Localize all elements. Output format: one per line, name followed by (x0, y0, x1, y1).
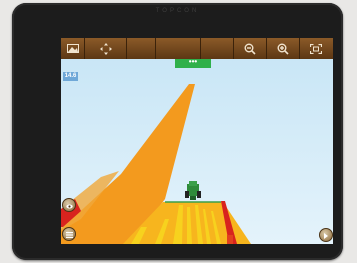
guidance-screen: ••• 14.6 (61, 38, 333, 244)
eye-icon (65, 196, 73, 214)
field-map-3d[interactable] (61, 59, 333, 244)
layers-button[interactable] (62, 227, 76, 241)
map-view-button[interactable] (61, 38, 86, 59)
toolbar-spacer-3 (201, 38, 234, 59)
more-tab[interactable]: ••• (175, 58, 211, 68)
display-bezel: TOPCON ••• 14.6 (12, 3, 343, 260)
overlap-area-small (227, 235, 233, 244)
zoom-in-button[interactable] (267, 38, 300, 59)
toolbar-spacer-2 (156, 38, 202, 59)
speed-badge: 14.6 (63, 72, 78, 81)
zoom-out-button[interactable] (234, 38, 267, 59)
zoom-in-icon (277, 43, 289, 55)
move-arrows-icon (99, 42, 112, 55)
top-toolbar (61, 38, 333, 59)
toolbar-spacer-1 (127, 38, 156, 59)
list-icon (65, 225, 73, 243)
fit-extents-button[interactable] (300, 38, 333, 59)
fit-screen-icon (310, 43, 323, 54)
zoom-out-icon (244, 43, 256, 55)
settings-button[interactable] (319, 228, 333, 242)
camera-view-button[interactable] (62, 198, 76, 212)
brand-label: TOPCON (155, 8, 200, 14)
arrow-icon (323, 226, 329, 244)
image-icon (66, 44, 79, 53)
pan-button[interactable] (85, 38, 128, 59)
